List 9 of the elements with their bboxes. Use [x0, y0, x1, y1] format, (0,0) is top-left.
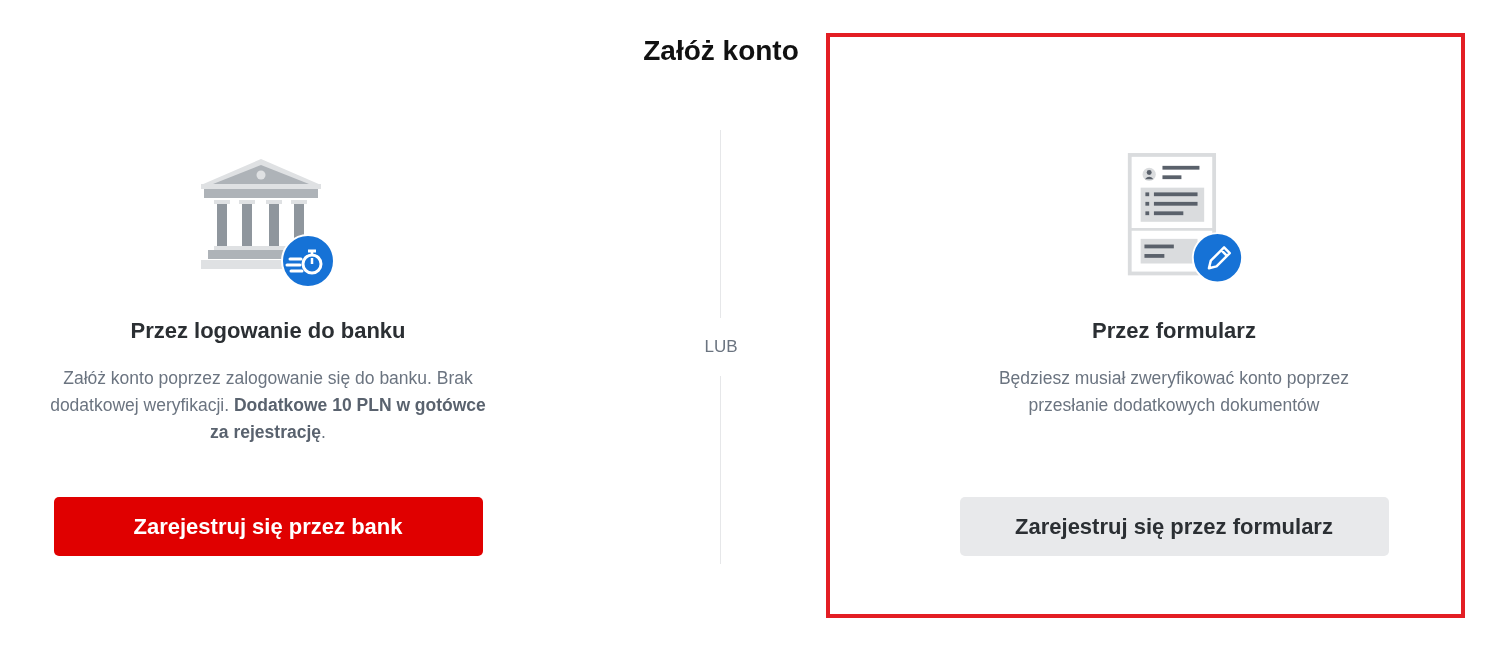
separator-label: LUB [704, 336, 738, 358]
option-description: Będziesz musiał zweryfikować konto poprzez przesłanie dodatkowych dokumentów [997, 367, 1351, 417]
page-title: Załóż konto [643, 35, 799, 67]
option-description: Załóż konto poprzez zalogowanie się do banku. Brak dodatkowej weryfikacji. Dodatkowe 10 PLN w gotówce za rejestrację. [49, 367, 487, 444]
option-heading: Przez logowanie do banku [130, 317, 406, 345]
option-heading: Przez formularz [1092, 317, 1256, 345]
register-button[interactable]: Zarejestruj się przez bank [53, 497, 483, 556]
bank-icon [200, 158, 336, 288]
register-button[interactable]: Zarejestruj się przez formularz [959, 497, 1389, 556]
